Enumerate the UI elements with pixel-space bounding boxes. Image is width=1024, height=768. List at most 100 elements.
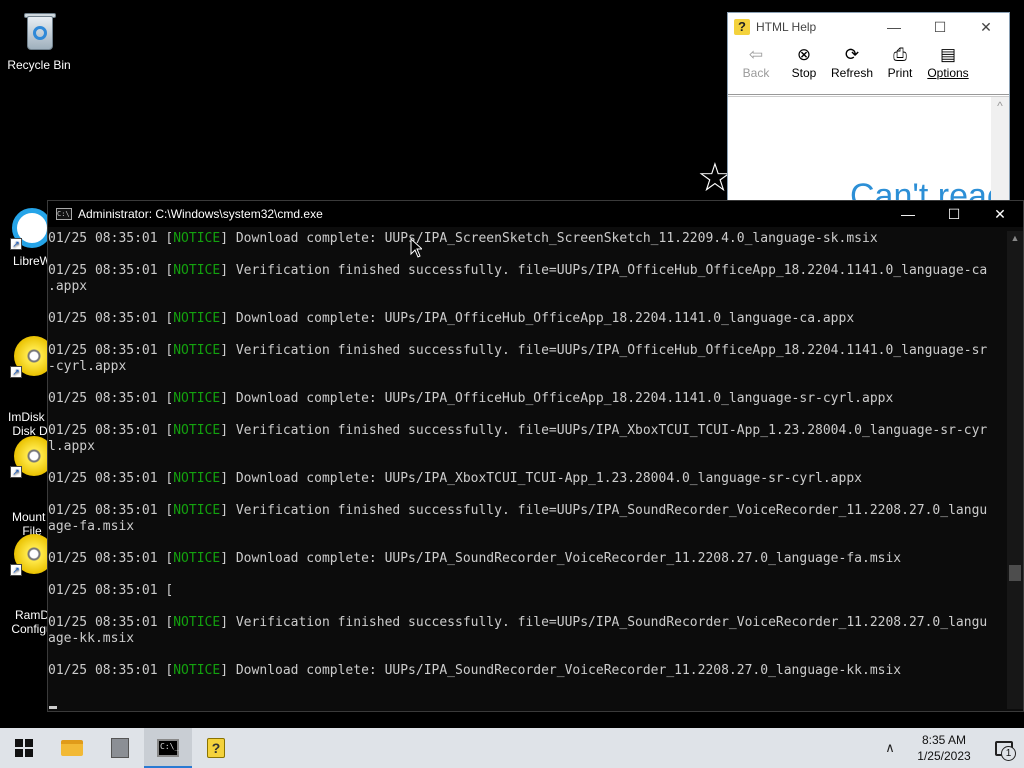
- back-label: Back: [742, 66, 770, 80]
- console-line: 01/25 08:35:01 [: [48, 583, 1008, 599]
- maximize-button[interactable]: ☐: [917, 13, 963, 41]
- console-line-message: ] Download complete: UUPs/IPA_SoundRecor…: [220, 663, 902, 678]
- console-line: 01/25 08:35:01 [NOTICE] Verification fin…: [48, 343, 1008, 359]
- console-line-message: ] Download complete: UUPs/IPA_ScreenSket…: [220, 231, 878, 246]
- scrollbar-thumb[interactable]: [1009, 565, 1021, 581]
- print-button[interactable]: ⎙ Print: [876, 41, 924, 80]
- maximize-button[interactable]: ☐: [931, 200, 977, 228]
- console-line-timestamp: 01/25 08:35:01 [: [48, 263, 174, 278]
- console-line: 01/25 08:35:01 [NOTICE] Verification fin…: [48, 423, 1008, 439]
- start-button[interactable]: [0, 728, 48, 768]
- console-line-timestamp: 01/25 08:35:01 [: [48, 391, 174, 406]
- back-arrow-icon: ⇦: [748, 45, 764, 64]
- help-scrollbar[interactable]: ^: [991, 97, 1009, 211]
- console-output[interactable]: 01/25 08:35:01 [NOTICE] Download complet…: [48, 231, 1008, 709]
- clock-date: 1/25/2023: [917, 749, 971, 763]
- desktop-icon-recycle-bin[interactable]: Recycle Bin: [1, 10, 77, 72]
- console-line-level: NOTICE: [173, 391, 221, 406]
- refresh-button[interactable]: ⟳ Refresh: [828, 41, 876, 80]
- taskbar-file-explorer[interactable]: [48, 728, 96, 768]
- text-cursor: [49, 706, 57, 709]
- options-label: Options: [927, 66, 969, 80]
- taskbar: C:\_ ? ∧ 8:35 AM 1/25/2023 1: [0, 728, 1024, 768]
- console-line-message: ] Download complete: UUPs/IPA_XboxTCUI_T…: [220, 471, 862, 486]
- console-line-message: ] Verification finished successfully. fi…: [220, 423, 988, 438]
- console-line: -cyrl.appx: [48, 359, 1008, 375]
- taskbar-html-help[interactable]: ?: [192, 728, 240, 768]
- action-center-button[interactable]: 1: [984, 728, 1024, 768]
- console-line-level: NOTICE: [173, 263, 221, 278]
- console-line: 01/25 08:35:01 [NOTICE] Verification fin…: [48, 615, 1008, 631]
- mouse-pointer-icon: [410, 238, 422, 258]
- console-line-message: ] Verification finished successfully. fi…: [220, 263, 988, 278]
- console-line-message: .appx: [48, 279, 88, 294]
- console-line-message: l.appx: [48, 439, 95, 454]
- console-line-level: NOTICE: [173, 231, 221, 246]
- help-content-pane[interactable]: Can't reac ^: [728, 96, 1009, 211]
- close-button[interactable]: ✕: [963, 13, 1009, 41]
- star-icon: ☆: [697, 156, 733, 200]
- console-line-timestamp: 01/25 08:35:01 [: [48, 343, 174, 358]
- taskbar-command-prompt[interactable]: C:\_: [144, 728, 192, 768]
- console-line-timestamp: 01/25 08:35:01 [: [48, 423, 174, 438]
- console-line-message: age-kk.msix: [48, 631, 135, 646]
- console-line-level: NOTICE: [173, 503, 221, 518]
- print-icon: ⎙: [893, 45, 907, 64]
- help-title-bar[interactable]: ? HTML Help — ☐ ✕: [728, 13, 1009, 41]
- help-app-icon: ?: [734, 19, 750, 35]
- console-line: 01/25 08:35:01 [NOTICE] Download complet…: [48, 391, 1008, 407]
- refresh-label: Refresh: [830, 66, 874, 80]
- console-line-message: ] Verification finished successfully. fi…: [220, 615, 988, 630]
- console-line-timestamp: 01/25 08:35:01 [: [48, 503, 174, 518]
- console-line: 01/25 08:35:01 [NOTICE] Download complet…: [48, 231, 1008, 247]
- console-line-message: ] Download complete: UUPs/IPA_OfficeHub_…: [220, 311, 855, 326]
- chevron-up-icon[interactable]: ∧: [876, 740, 904, 756]
- windows-logo-icon: [15, 739, 33, 757]
- console-line: 01/25 08:35:01 [NOTICE] Verification fin…: [48, 263, 1008, 279]
- console-line-timestamp: 01/25 08:35:01 [: [48, 615, 174, 630]
- console-line-level: NOTICE: [173, 311, 221, 326]
- console-line-level: NOTICE: [173, 551, 221, 566]
- close-button[interactable]: ✕: [977, 200, 1023, 228]
- minimize-button[interactable]: —: [871, 13, 917, 41]
- taskbar-clock[interactable]: 8:35 AM 1/25/2023: [904, 732, 984, 764]
- back-button[interactable]: ⇦ Back: [732, 41, 780, 80]
- help-window-title: HTML Help: [756, 20, 817, 34]
- console-line-message: ] Verification finished successfully. fi…: [220, 343, 988, 358]
- console-line: 01/25 08:35:01 [NOTICE] Download complet…: [48, 663, 1008, 679]
- html-help-icon: ?: [207, 738, 225, 758]
- console-line-message: age-fa.msix: [48, 519, 135, 534]
- stop-button[interactable]: ⊗ Stop: [780, 41, 828, 80]
- console-line-timestamp: 01/25 08:35:01 [: [48, 583, 174, 598]
- console-line-message: ] Verification finished successfully. fi…: [220, 503, 988, 518]
- print-label: Print: [887, 66, 913, 80]
- minimize-button[interactable]: —: [885, 200, 931, 228]
- scroll-up-icon[interactable]: ▲: [1007, 231, 1023, 245]
- console-line-level: NOTICE: [173, 423, 221, 438]
- cmd-scrollbar[interactable]: ▲: [1007, 231, 1023, 709]
- console-line-timestamp: 01/25 08:35:01 [: [48, 471, 174, 486]
- notification-badge: 1: [1001, 746, 1016, 761]
- cmd-title-bar[interactable]: C:\ Administrator: C:\Windows\system32\c…: [48, 201, 1023, 227]
- system-tray: ∧ 8:35 AM 1/25/2023 1: [876, 728, 1024, 768]
- server-manager-icon: [111, 738, 129, 758]
- html-help-window[interactable]: ? HTML Help — ☐ ✕ ⇦ Back ⊗ Stop ⟳ Refres…: [727, 12, 1010, 212]
- taskbar-server-manager[interactable]: [96, 728, 144, 768]
- stop-icon: ⊗: [796, 45, 812, 64]
- console-line-timestamp: 01/25 08:35:01 [: [48, 231, 174, 246]
- console-line: 01/25 08:35:01 [NOTICE] Download complet…: [48, 471, 1008, 487]
- console-line-message: ] Download complete: UUPs/IPA_SoundRecor…: [220, 551, 902, 566]
- cmd-window[interactable]: C:\ Administrator: C:\Windows\system32\c…: [47, 200, 1024, 712]
- options-button[interactable]: ▤ Options: [924, 41, 972, 80]
- stop-label: Stop: [791, 66, 817, 80]
- console-line: 01/25 08:35:01 [NOTICE] Download complet…: [48, 551, 1008, 567]
- console-line-timestamp: 01/25 08:35:01 [: [48, 311, 174, 326]
- scroll-up-icon[interactable]: ^: [991, 97, 1009, 115]
